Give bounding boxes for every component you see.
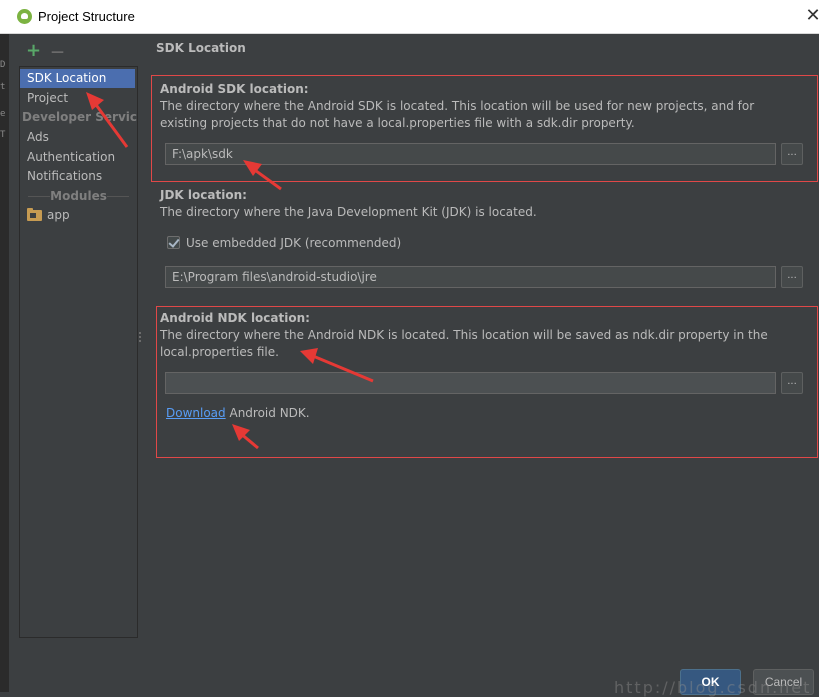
close-icon[interactable]: ✕ — [804, 7, 819, 25]
download-ndk-row: Download Android NDK. — [166, 405, 310, 422]
title-bar: Project Structure ✕ — [0, 0, 819, 34]
sidebar-item-sdk-location[interactable]: SDK Location — [20, 69, 135, 88]
jdk-description: The directory where the Java Development… — [160, 205, 537, 219]
splitter-handle[interactable] — [139, 332, 143, 344]
developer-services-header: Developer Servic... — [22, 110, 137, 124]
sidebar-item-ads[interactable]: Ads — [20, 128, 137, 147]
download-ndk-suffix: Android NDK. — [229, 406, 310, 420]
sidebar-item-app-label: app — [47, 208, 70, 222]
use-embedded-jdk-checkbox[interactable] — [167, 236, 180, 249]
watermark: http://blog.csdn.net — [614, 678, 812, 697]
modules-header: Modules — [20, 187, 137, 206]
android-ndk-path-field[interactable] — [165, 372, 776, 394]
folder-module-icon — [27, 208, 42, 221]
remove-icon[interactable]: — — [51, 44, 64, 62]
sidebar-item-authentication[interactable]: Authentication — [20, 148, 137, 167]
add-icon[interactable]: + — [26, 42, 41, 60]
jdk-heading: JDK location: — [160, 188, 247, 202]
sidebar-item-notifications[interactable]: Notifications — [20, 167, 137, 186]
background-ide-edge: DteT — [0, 34, 9, 692]
download-ndk-link[interactable]: Download — [166, 406, 226, 420]
sidebar: SDK Location Project Developer Servic...… — [19, 66, 138, 638]
android-sdk-heading: Android SDK location: — [160, 82, 309, 96]
android-sdk-browse-button[interactable]: ... — [781, 143, 803, 165]
android-studio-icon — [17, 9, 32, 24]
page-title: SDK Location — [156, 41, 246, 55]
android-ndk-heading: Android NDK location: — [160, 311, 310, 325]
sidebar-item-app[interactable]: app — [20, 206, 137, 225]
window-title: Project Structure — [38, 9, 135, 24]
android-sdk-description: The directory where the Android SDK is l… — [160, 99, 755, 130]
android-ndk-description: The directory where the Android NDK is l… — [160, 328, 768, 359]
jdk-browse-button[interactable]: ... — [781, 266, 803, 288]
jdk-path-field[interactable]: E:\Program files\android-studio\jre — [165, 266, 776, 288]
android-ndk-browse-button[interactable]: ... — [781, 372, 803, 394]
use-embedded-jdk-label[interactable]: Use embedded JDK (recommended) — [186, 235, 401, 252]
android-sdk-path-field[interactable]: F:\apk\sdk — [165, 143, 776, 165]
sidebar-item-project[interactable]: Project — [20, 89, 137, 108]
